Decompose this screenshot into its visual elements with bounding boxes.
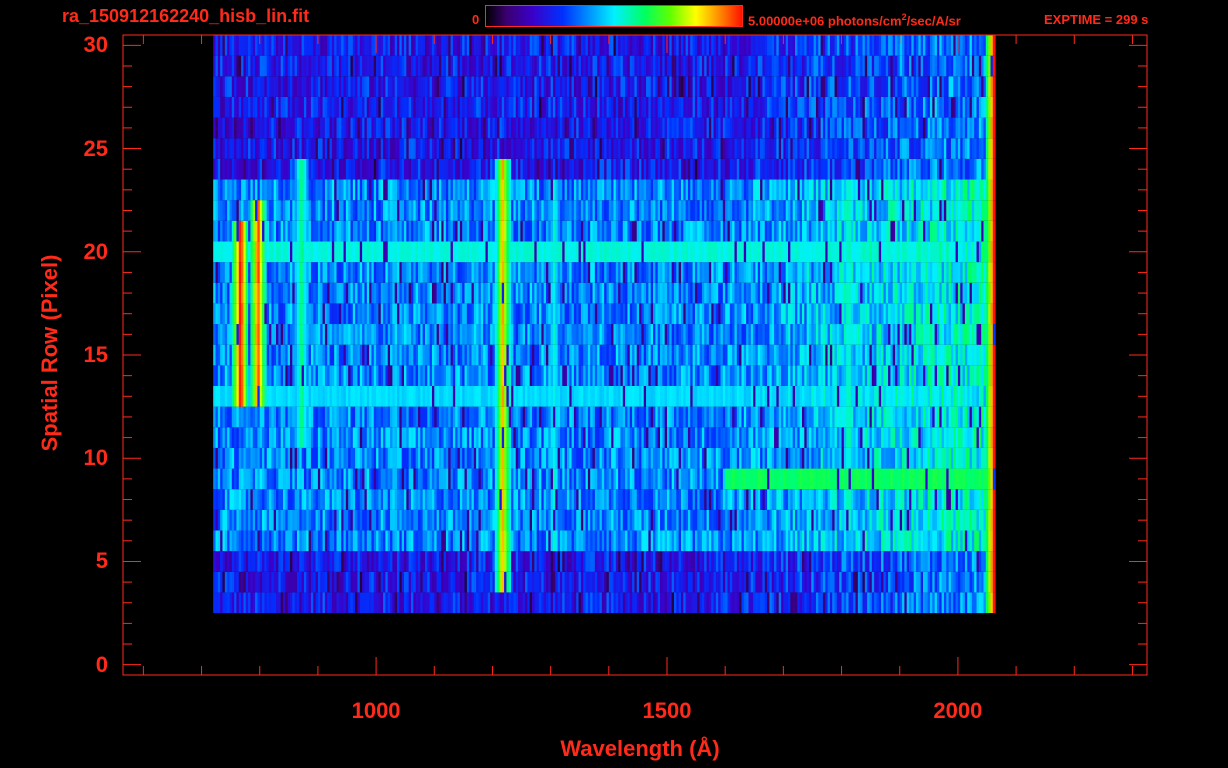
heatmap-cell (992, 551, 996, 572)
heatmap-cell (992, 468, 996, 490)
heatmap-cell (992, 385, 996, 407)
heatmap-cell (992, 344, 996, 366)
heatmap-cell (992, 509, 996, 531)
heatmap-cell (992, 365, 996, 386)
heatmap-cell (992, 427, 996, 448)
heatmap-cell (992, 324, 996, 345)
heatmap-cell (992, 406, 996, 428)
heatmap-cell (992, 489, 996, 510)
heatmap-plot (122, 34, 1148, 676)
heatmap-cell (992, 447, 996, 469)
heatmap-cells (213, 35, 996, 614)
heatmap-cell (992, 592, 996, 614)
heatmap-cell (992, 571, 996, 593)
heatmap-cell (992, 530, 996, 552)
